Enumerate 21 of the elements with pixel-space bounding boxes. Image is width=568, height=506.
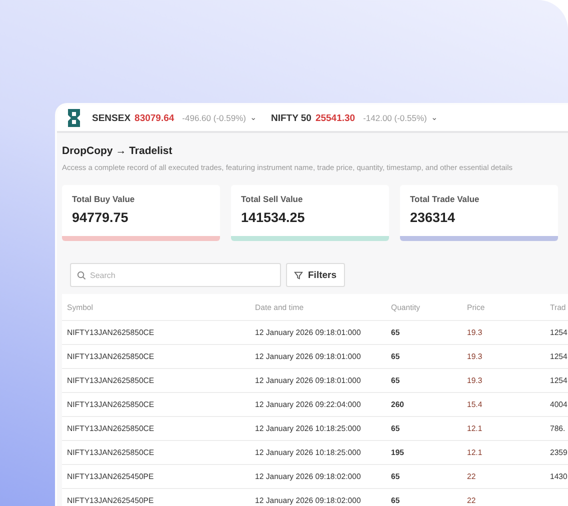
- caret-icon[interactable]: ⌄: [430, 114, 438, 122]
- index-value: 25541.30: [315, 112, 356, 124]
- stat-label: Total Trade Value: [410, 194, 480, 204]
- stat-value: 236314: [410, 210, 456, 225]
- index-value: 83079.64: [134, 112, 174, 124]
- stat-label: Total Buy Value: [72, 194, 136, 204]
- search-input[interactable]: Search: [90, 270, 270, 280]
- stat-label: Total Sell Value: [241, 194, 304, 204]
- search-icon: [77, 270, 86, 280]
- index-change: -496.60 (-0.59%): [182, 113, 246, 123]
- stat-value: 94779.75: [72, 210, 130, 225]
- filter-icon: [294, 270, 303, 280]
- stat-value: 141534.25: [241, 210, 306, 225]
- page-title: DropCopy → Tradelist: [62, 145, 174, 157]
- index-change: -142.00 (-0.55%): [363, 113, 427, 123]
- logo-icon: [66, 108, 82, 128]
- caret-icon[interactable]: ⌄: [250, 114, 257, 122]
- search-field[interactable]: Search: [70, 263, 281, 287]
- index-name: NIFTY 50: [270, 112, 312, 124]
- filters-button[interactable]: Filters: [286, 263, 345, 287]
- index-name: SENSEX: [92, 112, 131, 124]
